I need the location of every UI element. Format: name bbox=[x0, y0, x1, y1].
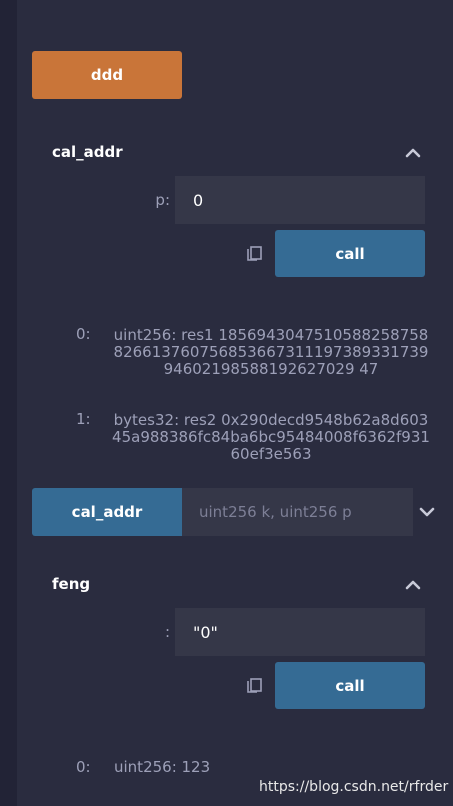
output-value-res2: bytes32: res2 0x290decd9548b62a8d60345a9… bbox=[112, 411, 430, 463]
param-label-feng: : bbox=[164, 623, 170, 641]
cal-addr-args-input[interactable]: uint256 k, uint256 p bbox=[182, 488, 413, 536]
param-input-feng[interactable]: "0" bbox=[175, 608, 425, 656]
output-index-1: 1: bbox=[76, 410, 91, 428]
left-edge-strip bbox=[0, 0, 17, 806]
collapse-feng-icon[interactable] bbox=[403, 575, 423, 595]
output-value-feng: uint256: 123 bbox=[114, 758, 211, 776]
copy-icon[interactable] bbox=[244, 677, 264, 697]
copy-icon[interactable] bbox=[244, 245, 264, 265]
output-value-res1: uint256: res1 18569430475105882587588266… bbox=[113, 326, 429, 378]
ddd-button[interactable]: ddd bbox=[32, 51, 182, 99]
call-button-cal-addr[interactable]: call bbox=[275, 230, 425, 277]
param-label-p: p: bbox=[155, 191, 170, 209]
watermark-url: https://blog.csdn.net/rfrder bbox=[259, 779, 449, 795]
param-input-p[interactable]: 0 bbox=[175, 176, 425, 224]
output-index-0-feng: 0: bbox=[76, 758, 91, 776]
output-index-0: 0: bbox=[76, 325, 91, 343]
cal-addr-function-button[interactable]: cal_addr bbox=[32, 488, 182, 536]
function-title-feng: feng bbox=[52, 575, 91, 593]
collapse-cal-addr-icon[interactable] bbox=[403, 143, 423, 163]
function-title-cal-addr: cal_addr bbox=[52, 143, 123, 161]
expand-function-icon[interactable] bbox=[417, 502, 437, 522]
call-button-feng[interactable]: call bbox=[275, 662, 425, 709]
